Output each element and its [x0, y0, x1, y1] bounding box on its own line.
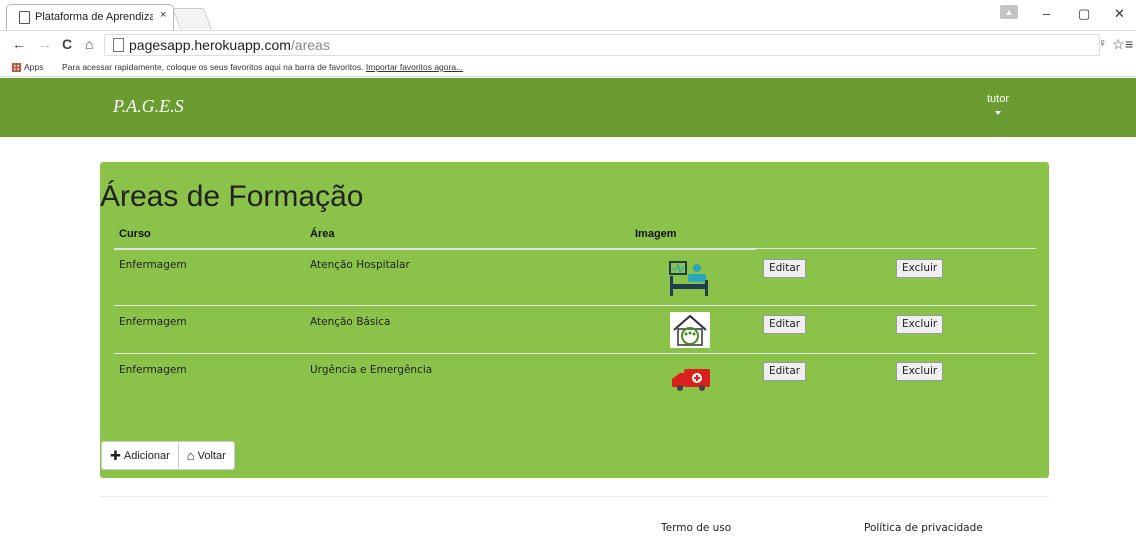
import-bookmarks-link[interactable]: Importar favoritos agora...	[366, 62, 463, 72]
terms-link[interactable]: Termo de uso	[661, 522, 731, 534]
brand-logo[interactable]: P.A.G.E.S	[113, 96, 184, 117]
key-icon[interactable]: ♀	[1098, 36, 1107, 50]
add-label: Adicionar	[123, 449, 170, 462]
delete-button[interactable]: Excluir	[896, 259, 944, 278]
bookmarks-message: Para acessar rapidamente, coloque os seu…	[62, 62, 464, 72]
forward-icon[interactable]: →	[38, 36, 52, 52]
cell-curso: Enfermagem	[119, 316, 187, 328]
edit-button[interactable]: Editar	[763, 259, 807, 278]
hospital-bed-icon	[669, 261, 708, 296]
back-icon[interactable]: ←	[12, 36, 26, 52]
page-title: Áreas de Formação	[100, 180, 364, 213]
address-toolbar: ← → C ⌂ pagesapp.herokuapp.com/areas ♀ ☆…	[0, 30, 1136, 59]
page-icon	[113, 38, 124, 52]
cell-curso: Enfermagem	[119, 364, 187, 376]
close-window-icon[interactable]: ✕	[1114, 6, 1125, 22]
row-divider	[114, 305, 1036, 306]
delete-button[interactable]: Excluir	[896, 315, 944, 334]
apps-icon[interactable]	[12, 63, 21, 72]
browser-tab-bar: Plataforma de Aprendizagem × ▲ – ▢ ✕	[0, 0, 1136, 31]
new-tab-button[interactable]	[172, 8, 212, 29]
apps-label[interactable]: Apps	[24, 62, 43, 72]
back-label: Voltar	[197, 449, 226, 462]
browser-tab[interactable]: Plataforma de Aprendizagem ×	[6, 4, 174, 31]
home-icon: ⌂	[186, 448, 195, 463]
action-button-group: ✚ Adicionar ⌂ Voltar	[101, 441, 235, 470]
menu-icon[interactable]: ≡	[1125, 36, 1133, 52]
table-header-divider	[756, 248, 1036, 249]
tab-title: Plataforma de Aprendizagem	[35, 11, 153, 23]
user-menu[interactable]: tutor	[984, 93, 1012, 115]
cell-area: Urgência e Emergência	[310, 364, 433, 376]
page-icon	[19, 11, 30, 24]
table-header-divider	[114, 248, 756, 250]
cell-area: Atenção Hospitalar	[310, 259, 410, 271]
app-header: P.A.G.E.S tutor	[0, 78, 1136, 137]
url-bar[interactable]: pagesapp.herokuapp.com/areas	[104, 34, 1100, 56]
bookmarks-bar: Apps Para acessar rapidamente, coloque o…	[0, 58, 1136, 77]
cell-area: Atenção Básica	[310, 316, 391, 328]
column-header-curso: Curso	[119, 228, 151, 240]
edit-button[interactable]: Editar	[763, 362, 807, 381]
reload-icon[interactable]: C	[62, 36, 72, 52]
tab-close-icon[interactable]: ×	[160, 9, 166, 21]
areas-panel: Áreas de Formação Curso Área Imagem Enfe…	[100, 162, 1049, 478]
column-header-area: Área	[310, 228, 335, 240]
user-name: tutor	[986, 93, 1009, 105]
privacy-link[interactable]: Política de privacidade	[864, 522, 983, 534]
url-text: pagesapp.herokuapp.com/areas	[129, 37, 330, 53]
cell-curso: Enfermagem	[119, 259, 187, 271]
family-house-icon	[670, 312, 710, 348]
star-icon[interactable]: ☆	[1112, 36, 1125, 53]
delete-button[interactable]: Excluir	[896, 362, 944, 381]
home-icon[interactable]: ⌂	[85, 36, 93, 52]
ambulance-icon	[672, 369, 710, 391]
add-button[interactable]: ✚ Adicionar	[102, 442, 179, 469]
column-header-imagem: Imagem	[635, 228, 677, 240]
restore-icon[interactable]: ▢	[1078, 6, 1090, 22]
caret-down-icon	[995, 111, 1001, 115]
row-divider	[114, 353, 1036, 354]
footer-divider	[100, 496, 1049, 497]
edit-button[interactable]: Editar	[763, 315, 807, 334]
back-button[interactable]: ⌂ Voltar	[179, 442, 234, 469]
minimize-icon[interactable]: –	[1043, 6, 1050, 21]
plus-icon: ✚	[110, 447, 121, 463]
profile-icon[interactable]: ▲	[1000, 5, 1018, 19]
